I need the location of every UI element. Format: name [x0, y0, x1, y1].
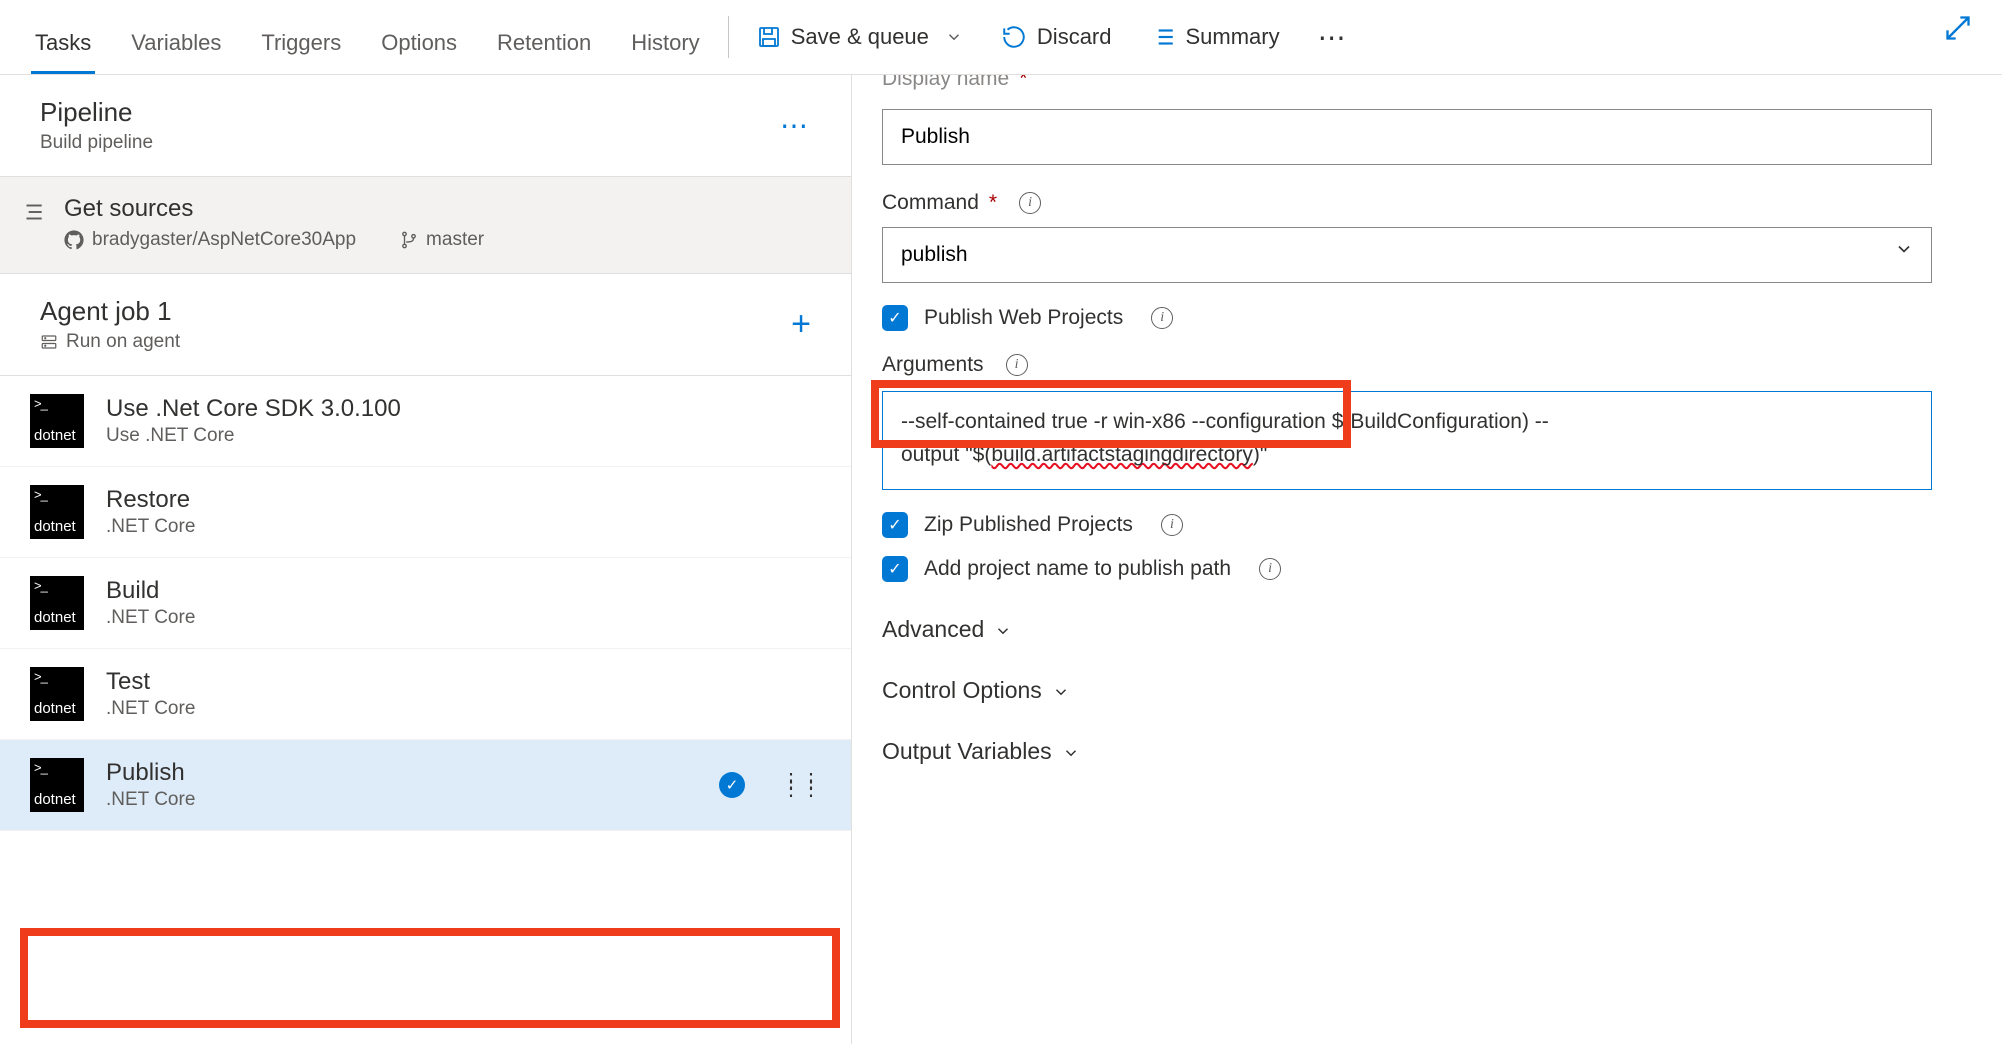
discard-label: Discard: [1037, 24, 1112, 50]
dotnet-icon: dotnet: [30, 485, 84, 539]
repo-name: bradygaster/AspNetCore30App: [92, 229, 356, 251]
tab-triggers[interactable]: Triggers: [261, 8, 341, 74]
add-task-button[interactable]: +: [791, 305, 811, 344]
pipeline-title: Pipeline: [40, 97, 153, 128]
display-name-input[interactable]: [882, 109, 1932, 165]
task-subtitle: .NET Core: [106, 698, 195, 720]
add-name-checkbox[interactable]: ✓ Add project name to publish path i: [882, 556, 1966, 582]
command-select[interactable]: [882, 227, 1932, 283]
dotnet-icon: dotnet: [30, 667, 84, 721]
arguments-line2-b: build.artifactstagingdirectory: [991, 443, 1252, 466]
branch-indicator: master: [400, 229, 484, 251]
task-subtitle: .NET Core: [106, 789, 195, 811]
chevron-down-icon: [945, 28, 963, 46]
list-icon: [1150, 24, 1176, 50]
info-icon[interactable]: i: [1006, 354, 1028, 376]
dotnet-icon: dotnet: [30, 576, 84, 630]
arguments-line2-c: )": [1253, 443, 1267, 466]
tab-retention[interactable]: Retention: [497, 8, 591, 74]
repo-indicator: bradygaster/AspNetCore30App: [64, 229, 356, 251]
agent-sub-label: Run on agent: [66, 331, 180, 353]
info-icon[interactable]: i: [1019, 192, 1041, 214]
chevron-down-icon: [994, 622, 1012, 640]
branch-name: master: [426, 229, 484, 251]
task-row-publish[interactable]: dotnet Publish .NET Core ✓ ⋮⋮⋮⋮: [0, 740, 851, 831]
save-icon: [757, 25, 781, 49]
arguments-text-part1: --self-contained true -r win-x86: [901, 410, 1186, 433]
section-control-options[interactable]: Control Options: [882, 677, 1966, 704]
main-tabs: Tasks Variables Triggers Options Retenti…: [0, 0, 700, 74]
task-title: Restore: [106, 486, 195, 514]
tab-tasks[interactable]: Tasks: [35, 8, 91, 74]
chevron-down-icon: [1052, 683, 1070, 701]
summary-button[interactable]: Summary: [1150, 24, 1280, 50]
toolbar-actions: Save & queue Discard Summary ⋯: [757, 21, 1349, 54]
tab-history[interactable]: History: [631, 8, 699, 74]
checkbox-checked-icon: ✓: [882, 305, 908, 331]
task-row-test[interactable]: dotnet Test .NET Core: [0, 649, 851, 740]
section-advanced[interactable]: Advanced: [882, 616, 1966, 643]
command-field-label: Command * i: [882, 191, 1966, 215]
undo-icon: [1001, 24, 1027, 50]
expand-icon: [1944, 14, 1972, 42]
info-icon[interactable]: i: [1259, 558, 1281, 580]
drag-handle[interactable]: ⋮⋮⋮⋮: [781, 777, 821, 793]
fullscreen-button[interactable]: [1944, 14, 1972, 42]
save-queue-label: Save & queue: [791, 24, 929, 50]
dotnet-icon: dotnet: [30, 394, 84, 448]
publish-web-checkbox[interactable]: ✓ Publish Web Projects i: [882, 305, 1966, 331]
task-subtitle: Use .NET Core: [106, 425, 401, 447]
github-icon: [64, 230, 84, 250]
checkbox-checked-icon: ✓: [882, 512, 908, 538]
zip-label: Zip Published Projects: [924, 513, 1133, 537]
summary-label: Summary: [1186, 24, 1280, 50]
pipeline-subtitle: Build pipeline: [40, 132, 153, 154]
sources-title: Get sources: [64, 195, 484, 223]
arguments-line2-a: output "$(: [901, 443, 991, 466]
tab-options[interactable]: Options: [381, 8, 457, 74]
check-icon: ✓: [719, 772, 745, 798]
chevron-down-icon: [1062, 744, 1080, 762]
arguments-text-part2: --configuration $(BuildConfiguration) --: [1192, 410, 1549, 433]
pipeline-header[interactable]: Pipeline Build pipeline ⋯: [0, 75, 851, 177]
task-details-panel: Display name * Command * i ✓ Publish Web…: [852, 75, 2002, 1044]
agent-job-row[interactable]: Agent job 1 Run on agent +: [0, 274, 851, 376]
section-output-variables[interactable]: Output Variables: [882, 738, 1966, 765]
save-queue-button[interactable]: Save & queue: [757, 24, 963, 50]
info-icon[interactable]: i: [1151, 307, 1173, 329]
publish-web-label: Publish Web Projects: [924, 306, 1123, 330]
task-subtitle: .NET Core: [106, 607, 195, 629]
tab-divider: [728, 16, 729, 58]
agent-job-title: Agent job 1: [40, 296, 180, 327]
task-title: Publish: [106, 759, 195, 787]
arguments-field-label: Arguments i: [882, 353, 1966, 377]
get-sources-row[interactable]: Get sources bradygaster/AspNetCore30App …: [0, 177, 851, 274]
task-title: Use .Net Core SDK 3.0.100: [106, 395, 401, 423]
toolbar-more-button[interactable]: ⋯: [1318, 21, 1349, 54]
info-icon[interactable]: i: [1161, 514, 1183, 536]
task-row-build[interactable]: dotnet Build .NET Core: [0, 558, 851, 649]
branch-icon: [400, 231, 418, 249]
sources-icon: [20, 199, 46, 225]
server-icon: [40, 333, 58, 351]
zip-checkbox[interactable]: ✓ Zip Published Projects i: [882, 512, 1966, 538]
left-panel: Pipeline Build pipeline ⋯ Get sources br…: [0, 75, 852, 1044]
arguments-input[interactable]: --self-contained true -r win-x86 --confi…: [882, 391, 1932, 490]
add-name-label: Add project name to publish path: [924, 557, 1231, 581]
top-tabs-bar: Tasks Variables Triggers Options Retenti…: [0, 0, 2002, 75]
checkbox-checked-icon: ✓: [882, 556, 908, 582]
tab-variables[interactable]: Variables: [131, 8, 221, 74]
discard-button[interactable]: Discard: [1001, 24, 1112, 50]
task-subtitle: .NET Core: [106, 516, 195, 538]
task-title: Test: [106, 668, 195, 696]
pipeline-more-button[interactable]: ⋯: [780, 109, 811, 142]
display-name-field-label: Display name *: [882, 75, 1966, 91]
task-row-restore[interactable]: dotnet Restore .NET Core: [0, 467, 851, 558]
task-row-use-sdk[interactable]: dotnet Use .Net Core SDK 3.0.100 Use .NE…: [0, 376, 851, 467]
dotnet-icon: dotnet: [30, 758, 84, 812]
task-title: Build: [106, 577, 195, 605]
